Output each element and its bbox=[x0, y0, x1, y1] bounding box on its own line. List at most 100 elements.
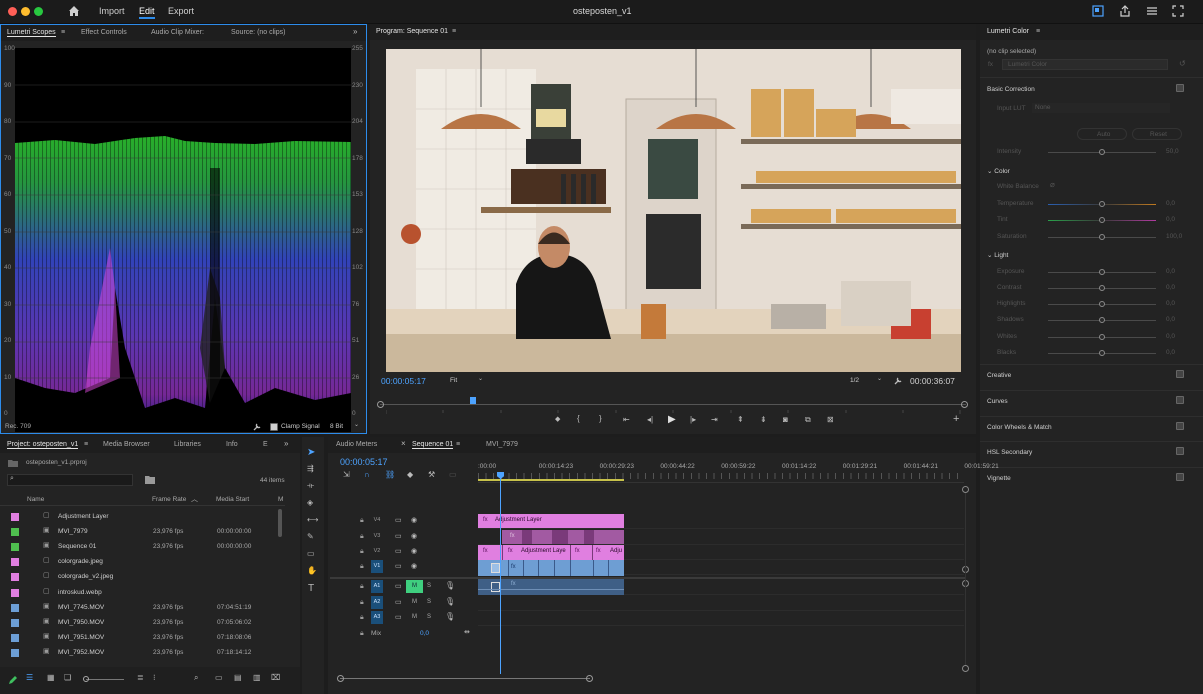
lumetri-slider[interactable] bbox=[1048, 233, 1156, 240]
lumetri-slider[interactable] bbox=[1048, 284, 1156, 291]
mark-out-icon[interactable]: } bbox=[599, 415, 602, 423]
scrubber-start-handle[interactable] bbox=[377, 401, 384, 408]
label-color-swatch[interactable] bbox=[11, 528, 19, 537]
project-item[interactable]: ▣ Sequence 01 23,976 fps 00:00:00:00 bbox=[0, 539, 285, 554]
selection-tool-icon[interactable]: ➤ bbox=[307, 448, 315, 458]
label-color-swatch[interactable] bbox=[11, 513, 19, 521]
lumetri-slider-knob[interactable] bbox=[1099, 217, 1105, 224]
timeline-settings-icon[interactable]: ⚒ bbox=[428, 471, 435, 479]
label-color-swatch[interactable] bbox=[11, 618, 19, 627]
go-to-in-icon[interactable]: ⇤ bbox=[623, 416, 630, 424]
play-icon[interactable]: ▶ bbox=[668, 415, 676, 425]
timeline-playhead[interactable] bbox=[500, 474, 501, 674]
sort-icons-icon[interactable]: ≣ bbox=[137, 674, 144, 682]
lock-icon[interactable]: 🔒︎ bbox=[360, 548, 364, 555]
fit-select[interactable]: Fit bbox=[450, 377, 457, 384]
pen-tool-icon[interactable]: ✎ bbox=[307, 533, 314, 541]
lumetri-effect-dropdown[interactable]: Lumetri Color bbox=[1002, 59, 1168, 70]
lumetri-section-header[interactable]: Curves bbox=[987, 398, 1008, 405]
zoom-window-button[interactable] bbox=[34, 7, 43, 16]
light-section-header[interactable]: ⌄ Light bbox=[987, 251, 1008, 259]
track-target-a3[interactable]: A3 bbox=[371, 611, 383, 624]
color-section-header[interactable]: ⌄ Color bbox=[987, 167, 1010, 175]
linked-selection-icon[interactable]: ⛓ bbox=[385, 471, 395, 479]
more-panels-icon[interactable]: » bbox=[284, 440, 288, 448]
resolution-select[interactable]: 1/2 bbox=[850, 377, 859, 384]
sync-lock-icon[interactable]: ▭ bbox=[395, 583, 402, 590]
track-target-v3[interactable]: V3 bbox=[371, 530, 383, 543]
lumetri-section-checkbox[interactable] bbox=[1176, 421, 1184, 430]
sync-lock-icon[interactable]: ▭ bbox=[395, 548, 402, 555]
list-view-icon[interactable]: ☰ bbox=[26, 674, 33, 682]
eyedropper-icon[interactable]: ⌀ bbox=[1050, 181, 1055, 189]
input-lut-select[interactable]: None bbox=[1032, 103, 1170, 113]
type-tool-icon[interactable]: T bbox=[308, 584, 314, 594]
track-target-v1[interactable]: V1 bbox=[371, 560, 383, 573]
lumetri-section-checkbox[interactable] bbox=[1176, 473, 1184, 482]
lumetri-section-header[interactable]: Vignette bbox=[987, 475, 1011, 482]
home-icon[interactable] bbox=[68, 5, 80, 17]
automate-icon[interactable]: ⁝ bbox=[153, 674, 156, 682]
lumetri-slider-knob[interactable] bbox=[1099, 233, 1105, 240]
freeform-view-icon[interactable]: ❏ bbox=[64, 674, 71, 682]
lumetri-section-checkbox[interactable] bbox=[1176, 447, 1184, 456]
export-frame-icon[interactable]: ◙ bbox=[783, 416, 788, 424]
hand-tool-icon[interactable]: ✋ bbox=[307, 567, 317, 575]
minimize-window-button[interactable] bbox=[21, 7, 30, 16]
label-color-swatch[interactable] bbox=[11, 633, 19, 642]
lumetri-slider[interactable] bbox=[1048, 201, 1156, 207]
microphone-icon[interactable]: 🎙︎ bbox=[445, 598, 455, 606]
track-select-tool-icon[interactable]: ⇶ bbox=[307, 465, 314, 473]
pencil-icon[interactable] bbox=[8, 675, 18, 685]
basic-correction-checkbox[interactable] bbox=[1176, 84, 1184, 92]
menu-edit[interactable]: Edit bbox=[139, 6, 155, 19]
clear-icon[interactable]: ▥ bbox=[253, 674, 261, 682]
label-color-swatch[interactable] bbox=[11, 543, 19, 552]
step-back-icon[interactable]: ◂| bbox=[647, 416, 653, 424]
basic-correction-header[interactable]: Basic Correction bbox=[987, 86, 1035, 93]
label-color-swatch[interactable] bbox=[11, 558, 19, 567]
slip-tool-icon[interactable]: ⟷ bbox=[307, 516, 318, 524]
trash-icon[interactable]: ⌧ bbox=[271, 674, 280, 682]
lock-icon[interactable]: 🔒︎ bbox=[360, 583, 364, 590]
mute-button[interactable]: M bbox=[406, 580, 423, 593]
workspaces-icon[interactable] bbox=[1092, 5, 1104, 17]
track-target-v4[interactable]: V4 bbox=[371, 514, 383, 527]
share-icon[interactable] bbox=[1119, 5, 1131, 17]
menu-import[interactable]: Import bbox=[99, 6, 125, 16]
tab-effect-controls[interactable]: Effect Controls bbox=[81, 29, 127, 36]
time-ruler[interactable]: :00:00 00:00:14:23 00:00:29:23 00:00:44:22 0… bbox=[478, 462, 999, 480]
new-bin-icon[interactable] bbox=[145, 475, 155, 484]
tab-source[interactable]: Source: (no clips) bbox=[231, 29, 285, 36]
h-scrollbar[interactable] bbox=[340, 678, 590, 679]
scrubber-bar[interactable] bbox=[380, 404, 966, 405]
lumetri-slider[interactable] bbox=[1048, 217, 1156, 224]
add-marker-icon[interactable]: ◆ bbox=[407, 471, 413, 479]
tab-info[interactable]: Info bbox=[226, 441, 238, 448]
close-window-button[interactable] bbox=[8, 7, 17, 16]
scrubber-end-handle[interactable] bbox=[961, 401, 968, 408]
project-item[interactable]: ▢ colorgrade_v2.jpeg bbox=[0, 569, 285, 584]
solo-button[interactable]: S bbox=[427, 583, 431, 589]
panel-menu-icon[interactable]: ≡ bbox=[1036, 28, 1040, 35]
lumetri-slider-knob[interactable] bbox=[1099, 149, 1105, 155]
menu-export[interactable]: Export bbox=[168, 6, 194, 16]
captions-icon[interactable]: ▭ bbox=[449, 471, 457, 479]
eye-icon[interactable]: ◉ bbox=[411, 517, 417, 524]
sync-lock-icon[interactable]: ▭ bbox=[395, 599, 402, 606]
lift-icon[interactable]: ⇞ bbox=[737, 416, 744, 424]
lumetri-slider[interactable] bbox=[1048, 317, 1156, 324]
mute-button[interactable]: M bbox=[406, 596, 423, 609]
sort-asc-icon[interactable]: ︿ bbox=[191, 496, 198, 503]
lumetri-slider[interactable] bbox=[1048, 350, 1156, 356]
clamp-signal-checkbox[interactable] bbox=[270, 423, 278, 431]
lumetri-section-checkbox[interactable] bbox=[1176, 370, 1184, 378]
comparison-view-icon[interactable]: ⧉ bbox=[805, 416, 811, 424]
add-button-icon[interactable]: + bbox=[953, 414, 959, 425]
track-target-a2[interactable]: A2 bbox=[371, 596, 383, 609]
lumetri-slider-knob[interactable] bbox=[1099, 268, 1105, 275]
reset-button[interactable]: Reset bbox=[1132, 128, 1182, 140]
label-color-swatch[interactable] bbox=[11, 603, 19, 612]
sync-lock-icon[interactable]: ▭ bbox=[395, 533, 402, 540]
solo-button[interactable]: S bbox=[427, 599, 431, 605]
